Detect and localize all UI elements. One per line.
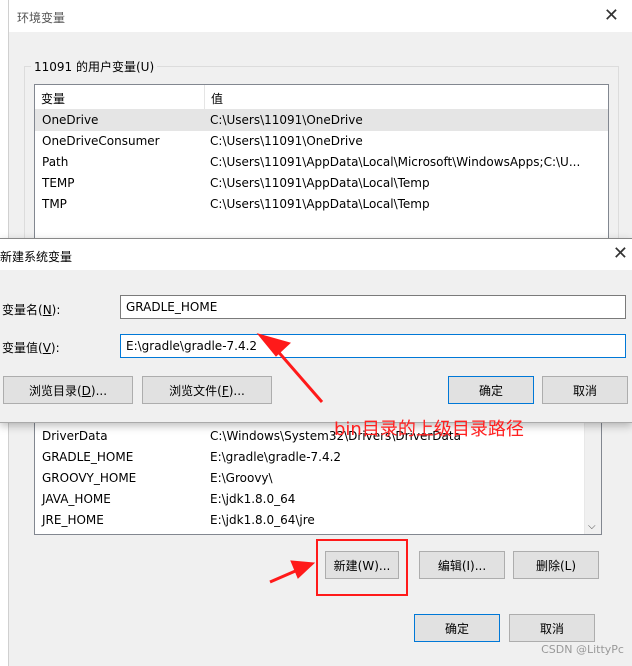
annotation-text: bin目录的上级目录路径 [334,419,524,440]
arrow-to-new-button [269,560,316,584]
new-button-highlight [316,539,408,596]
arrow-to-value-field [256,333,324,403]
watermark: CSDN @LittyPc [541,643,624,656]
